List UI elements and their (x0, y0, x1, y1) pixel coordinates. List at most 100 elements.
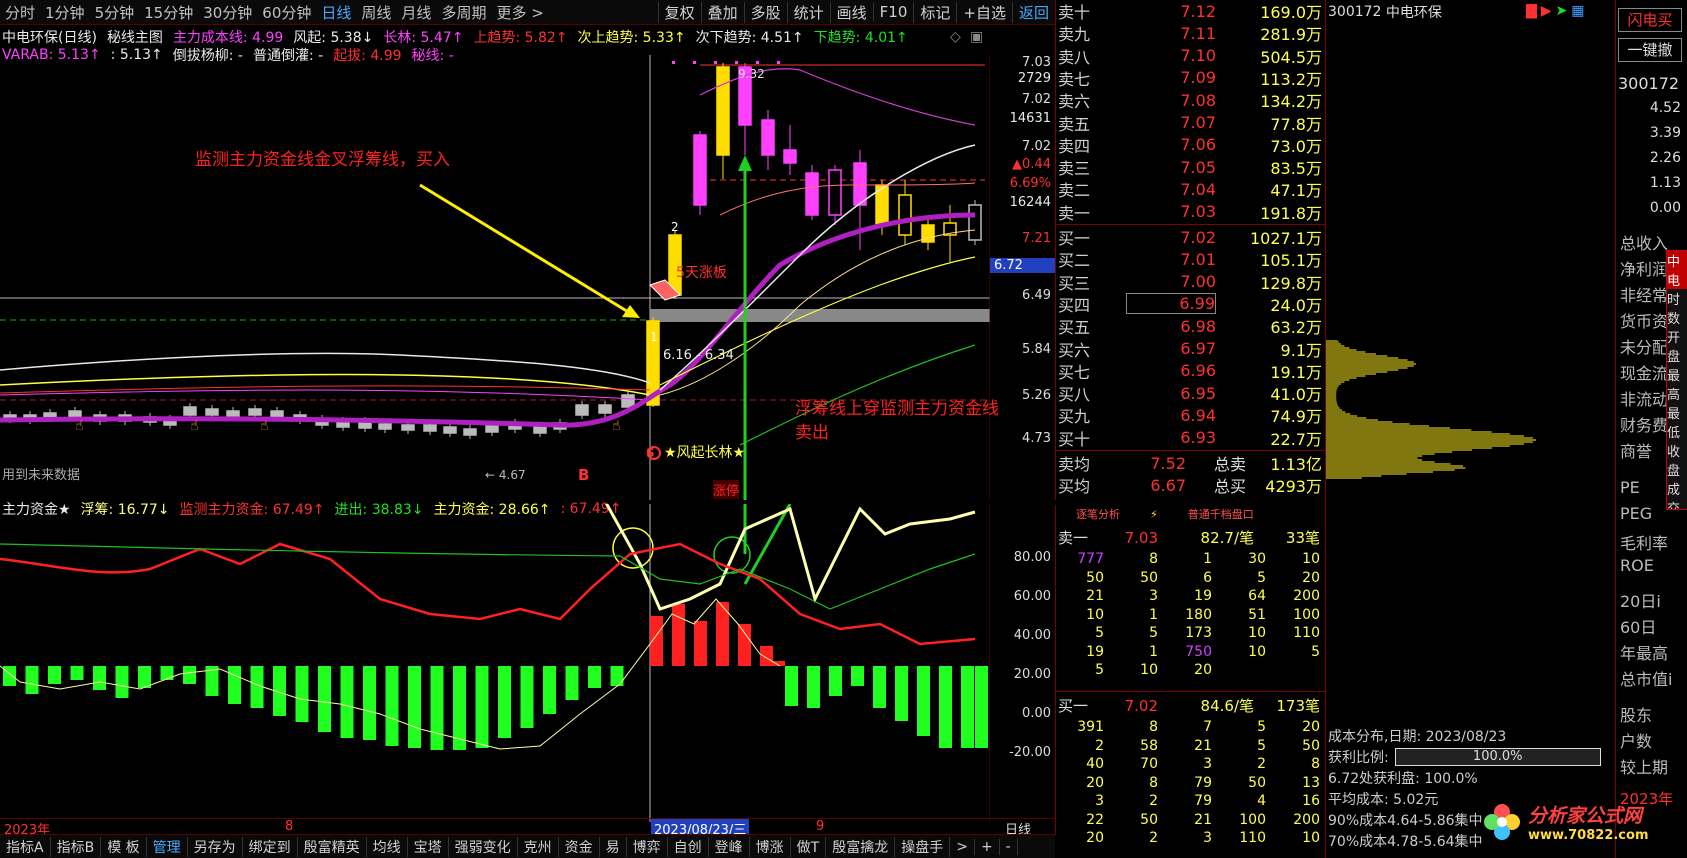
tool-button-0[interactable]: 复权 (657, 1, 701, 23)
indicator-tab-3[interactable]: 管理 (147, 836, 188, 857)
wind-label: ★风起长林★ (664, 445, 746, 461)
indicator-tab-22[interactable]: - (1000, 838, 1018, 855)
f10-label-0-7: 财务费 (1620, 416, 1669, 435)
tick-cell: 2 (1149, 830, 1158, 846)
ob-level-name: 买七 (1058, 362, 1091, 382)
f10-label-3-2: 较上期 (1620, 758, 1669, 777)
sub-axis-label-5: -20.00 (1009, 745, 1051, 760)
f10-label-0-8: 商誉 (1620, 442, 1653, 461)
indicator-tab-6[interactable]: 殷富精英 (298, 836, 367, 857)
indicator-tab-8[interactable]: 宝塔 (408, 836, 449, 857)
period-tab-0[interactable]: 分时 (0, 2, 40, 23)
flag-icon[interactable]: ▇ (1526, 3, 1537, 19)
ob-level-name: 买十 (1058, 429, 1091, 449)
indicator-tab-1[interactable]: 指标B (51, 836, 102, 857)
ask-row-6: 卖四 7.06 73.0万 (1056, 134, 1326, 156)
period-tab-4[interactable]: 30分钟 (198, 2, 257, 23)
period-tab-5[interactable]: 60分钟 (257, 2, 316, 23)
tick-level: 买一 (1058, 697, 1089, 715)
indicator-tab-15[interactable]: 登峰 (709, 836, 750, 857)
f10-label-0-3: 货币资 (1620, 312, 1669, 331)
legend_main-item-8: 下趋势: 4.01↑ (813, 30, 908, 46)
indicator-tab-4[interactable]: 另存为 (188, 836, 243, 857)
period-tab-6[interactable]: 日线 (316, 2, 356, 23)
period-tab-10[interactable]: 更多 > (491, 2, 548, 23)
indicator-tab-7[interactable]: 均线 (367, 836, 408, 857)
sell-annotation: 浮筹线上穿监测主力资金线 (795, 399, 999, 419)
price-axis-label-11: 5.84 (1022, 342, 1051, 357)
tick-per: 82.7/笔 (1200, 529, 1254, 547)
tool-button-6[interactable]: 标记 (913, 1, 956, 23)
legend_main-item-3: 风起: 5.38↓ (293, 30, 374, 46)
quick-button-0[interactable]: 闪电买 (1618, 8, 1682, 32)
tool-button-1[interactable]: 叠加 (700, 1, 744, 23)
indicator-tab-12[interactable]: 易 (600, 836, 627, 857)
ob-price: 6.98 (1180, 316, 1216, 336)
indicator-lines (0, 68, 976, 446)
tool-button-8[interactable]: 返回 (1011, 1, 1055, 23)
indicator-tab-5[interactable]: 绑定到 (243, 836, 298, 857)
tool-button-3[interactable]: 统计 (786, 1, 830, 23)
tick-tab-1[interactable]: ⚡ (1150, 508, 1158, 521)
price-axis-label-2: 7.02 (1022, 92, 1051, 107)
ob-level-name: 买三 (1058, 273, 1091, 293)
tick-tab-2[interactable]: 普通千档盘口 (1188, 506, 1254, 522)
f10-label-0-4: 未分配 (1620, 338, 1669, 357)
main-kline-chart[interactable]: ☝ ☝ ☝ ☝ (0, 55, 990, 500)
ob-volume: 191.8万 (1260, 203, 1322, 223)
ob-summary-label: 卖均 (1058, 455, 1091, 474)
f10-label-2-0: 20日i (1620, 592, 1661, 611)
period-tab-2[interactable]: 5分钟 (90, 2, 140, 23)
tool-button-5[interactable]: F10 (872, 3, 914, 21)
indicator-tab-13[interactable]: 博弈 (627, 836, 668, 857)
ob-price: 6.95 (1180, 383, 1216, 403)
f10-label-0-5: 现金流 (1620, 364, 1669, 383)
period-tab-7[interactable]: 周线 (356, 2, 396, 23)
ob-level-name: 卖六 (1058, 92, 1091, 112)
indicator-tab-16[interactable]: 博涨 (750, 836, 791, 857)
price-axis-label-0: 7.03 (1022, 55, 1051, 70)
grid-icon[interactable]: ▦ (1571, 3, 1584, 19)
svg-text:☝: ☝ (190, 418, 199, 434)
period-tab-9[interactable]: 多周期 (436, 2, 491, 23)
window-icon[interactable]: ▣ (970, 29, 983, 45)
play-icon[interactable]: ▶ (1541, 3, 1552, 19)
indicator-tab-2[interactable]: 模 板 (101, 836, 147, 857)
period-tab-8[interactable]: 月线 (396, 2, 436, 23)
indicator-tab-21[interactable]: + (975, 838, 1000, 855)
month-9-label: 9 (816, 819, 825, 834)
indicator-tab-18[interactable]: 殷富擒龙 (826, 836, 896, 857)
fund-flow-chart[interactable] (0, 504, 990, 822)
popup-item-7: 成交 (1667, 483, 1681, 510)
indicator-tab-11[interactable]: 资金 (559, 836, 600, 857)
svg-text:☝: ☝ (75, 418, 84, 434)
quick-button-1[interactable]: 一键撤 (1618, 38, 1682, 62)
tool-button-7[interactable]: +自选 (956, 1, 1012, 23)
ob-level-name: 卖三 (1058, 159, 1091, 179)
tool-button-2[interactable]: 多股 (743, 1, 787, 23)
indicator-tab-0[interactable]: 指标A (0, 836, 51, 857)
f10-label-1-1: PEG (1620, 504, 1653, 523)
bid-row-6: 买七 6.96 19.1万 (1056, 360, 1326, 382)
ob-price: 7.05 (1180, 157, 1216, 177)
indicator-tab-9[interactable]: 强弱变化 (449, 836, 518, 857)
ob-volume: 41.0万 (1270, 385, 1322, 405)
ob-price: 7.00 (1180, 272, 1216, 292)
period-tab-3[interactable]: 15分钟 (139, 2, 198, 23)
ob-summary-total: 4293万 (1265, 477, 1322, 496)
ob-price: 7.08 (1180, 90, 1216, 110)
indicator-tab-20[interactable]: > (950, 838, 975, 855)
period-tab-1[interactable]: 1分钟 (40, 2, 90, 23)
diamond-icon[interactable]: ◇ (950, 29, 961, 45)
arrow-icon[interactable]: ➤ (1556, 3, 1568, 19)
tool-button-4[interactable]: 画线 (829, 1, 873, 23)
indicator-tab-19[interactable]: 操盘手 (895, 836, 951, 857)
indicator-tab-10[interactable]: 克州 (518, 836, 559, 857)
profit-row: 获利比例: 100.0% (1328, 747, 1601, 767)
price-axis-label-13: 4.73 (1022, 431, 1051, 446)
ob-price: 6.94 (1180, 405, 1216, 425)
sell-annotation-2: 卖出 (795, 423, 829, 443)
tick-tab-0[interactable]: 逐笔分析 (1076, 506, 1120, 522)
indicator-tab-17[interactable]: 做T (791, 836, 827, 857)
indicator-tab-14[interactable]: 自创 (668, 836, 709, 857)
